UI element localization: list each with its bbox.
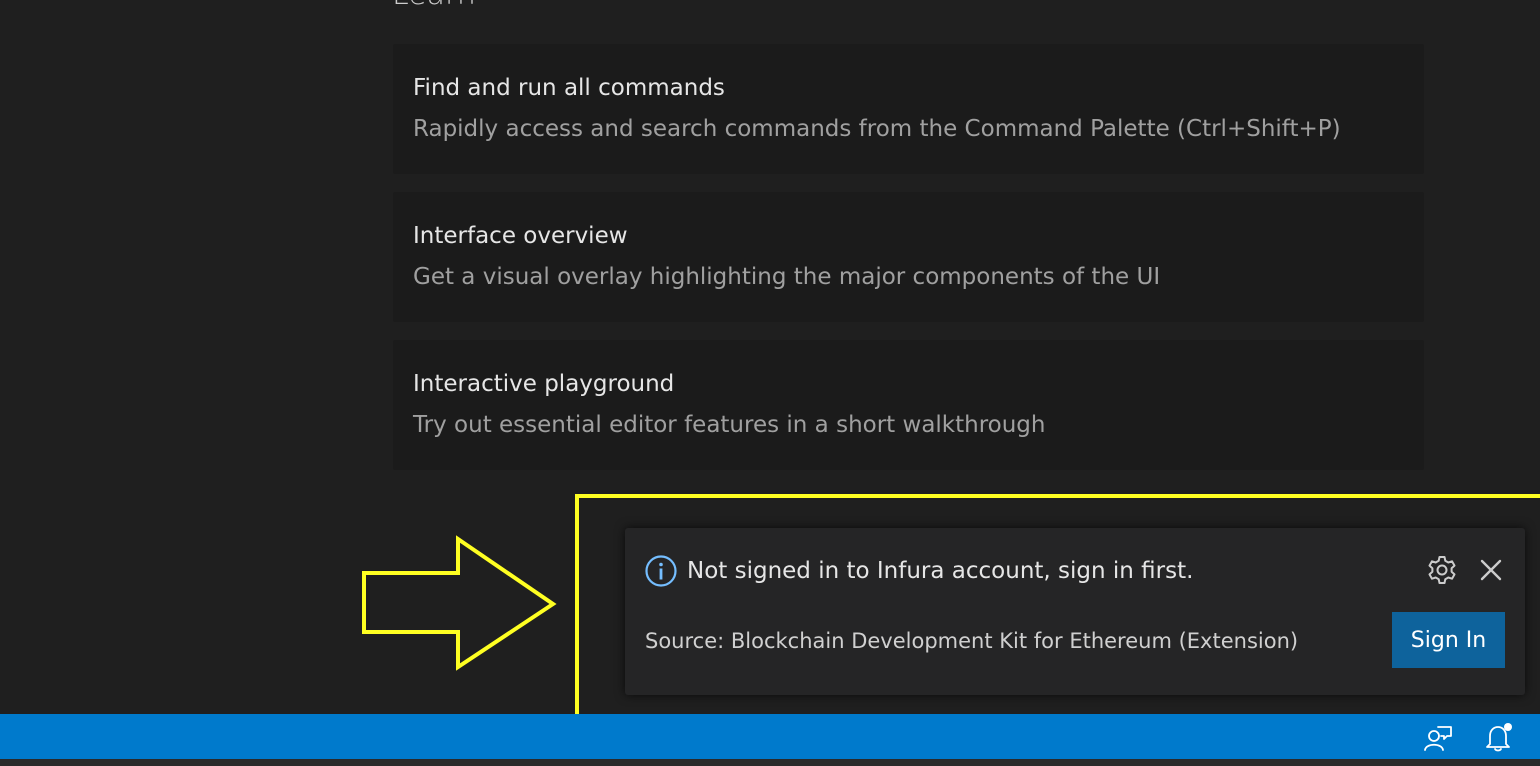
gear-icon[interactable] <box>1426 554 1458 586</box>
card-title: Find and run all commands <box>413 75 725 101</box>
bell-icon[interactable] <box>1484 722 1514 752</box>
card-title: Interface overview <box>413 223 628 249</box>
feedback-icon[interactable] <box>1423 724 1453 752</box>
card-title: Interactive playground <box>413 371 675 397</box>
walkthrough-card-interactive-playground[interactable]: Interactive playground Try out essential… <box>393 340 1424 470</box>
bottom-strip <box>0 759 1540 766</box>
info-icon <box>645 555 677 587</box>
status-bar <box>0 714 1540 759</box>
welcome-page: Learn Find and run all commands Rapidly … <box>0 0 1540 766</box>
notification-source: Source: Blockchain Development Kit for E… <box>645 629 1299 653</box>
card-description: Rapidly access and search commands from … <box>413 116 1341 142</box>
card-description: Try out essential editor features in a s… <box>413 412 1046 438</box>
sign-in-button[interactable]: Sign In <box>1392 612 1505 668</box>
section-heading: Learn <box>392 0 476 10</box>
notification-message: Not signed in to Infura account, sign in… <box>687 558 1194 584</box>
card-description: Get a visual overlay highlighting the ma… <box>413 264 1161 290</box>
close-icon[interactable] <box>1477 556 1505 584</box>
notification-toast: Not signed in to Infura account, sign in… <box>625 528 1525 695</box>
walkthrough-card-interface-overview[interactable]: Interface overview Get a visual overlay … <box>393 192 1424 322</box>
walkthrough-card-find-commands[interactable]: Find and run all commands Rapidly access… <box>393 44 1424 174</box>
annotation-arrow <box>362 535 557 671</box>
